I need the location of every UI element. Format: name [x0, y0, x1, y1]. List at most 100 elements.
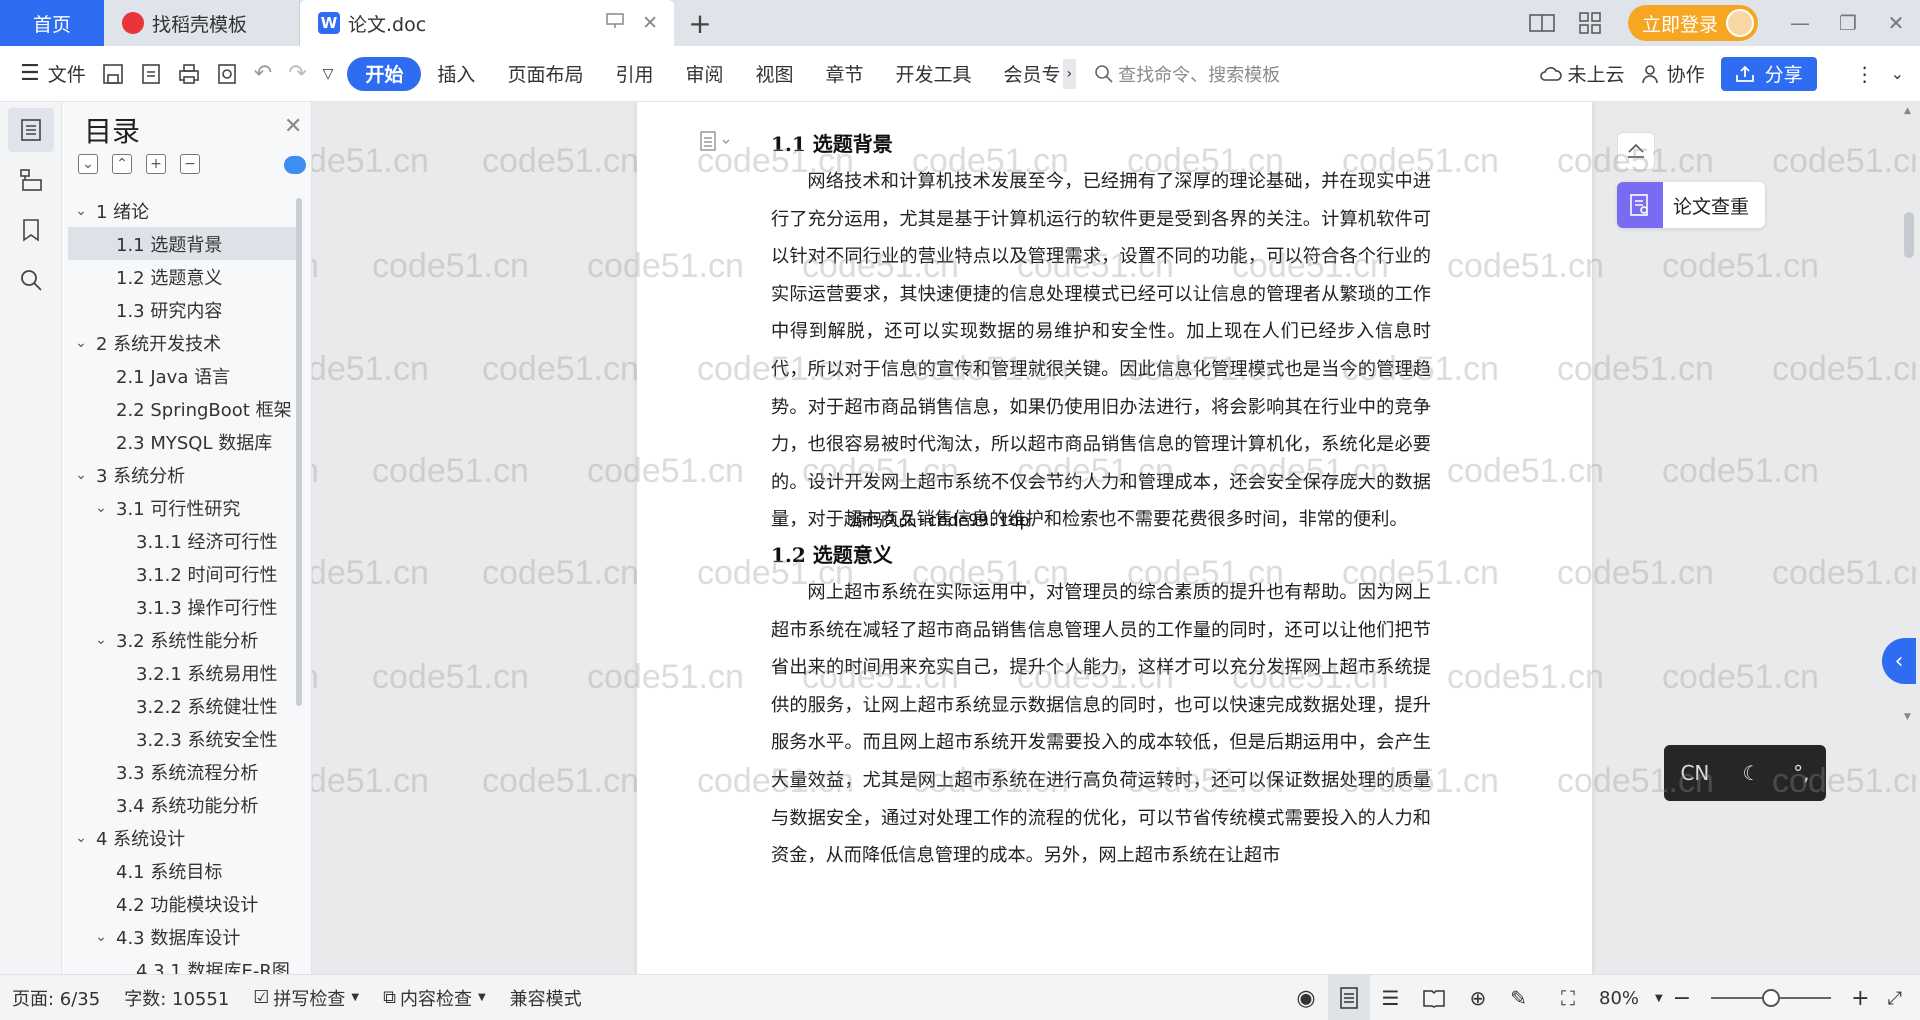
page-layout-icon[interactable] [699, 130, 733, 152]
document-scrollbar[interactable]: ▲ ▼ [1902, 102, 1916, 974]
spell-check-button[interactable]: ☑ 拼写检查 ▼ [241, 975, 371, 1020]
zoom-in-icon[interactable]: + [1845, 975, 1875, 1020]
toc-item[interactable]: 3.1.2 时间可行性 [68, 557, 300, 590]
minimize-icon[interactable]: — [1776, 0, 1824, 46]
toc-item[interactable]: ⌄ 4.3 数据库设计 [68, 920, 300, 953]
tab-document[interactable]: W 论文.doc ✕ [300, 0, 674, 46]
content-check-button[interactable]: ⧉ 内容检查 ▼ [371, 975, 498, 1020]
tab-home-ribbon[interactable]: 开始 [347, 56, 422, 91]
toc-scrollbar[interactable] [296, 198, 302, 706]
toc-item[interactable]: 4.2 功能模块设计 [68, 887, 300, 920]
command-search[interactable]: 查找命令、搜索模板 [1094, 61, 1394, 87]
tab-member[interactable]: 会员专 [988, 57, 1063, 91]
quick-access-dropdown-icon[interactable]: ▽ [315, 54, 342, 94]
toc-expand-chevron-icon[interactable]: ⌄ [92, 632, 110, 648]
toc-expand-chevron-icon[interactable]: ⌄ [72, 203, 90, 219]
collapse-ribbon-icon[interactable]: ⌄ [1883, 54, 1920, 94]
pen-icon[interactable]: ✎ [1498, 975, 1539, 1020]
collapse-all-icon[interactable]: ⌃ [112, 154, 132, 174]
tab-developer[interactable]: 开发工具 [880, 57, 988, 91]
print-icon[interactable] [170, 54, 208, 94]
undo-icon[interactable]: ↶ [246, 54, 280, 94]
tab-review[interactable]: 审阅 [669, 57, 739, 91]
bookmark-icon[interactable] [8, 208, 54, 252]
word-count[interactable]: 字数: 10551 [112, 975, 241, 1020]
tab-docer-templates[interactable]: 找稻壳模板 [104, 0, 300, 46]
zoom-slider-knob[interactable] [1762, 989, 1781, 1007]
tab-chapter[interactable]: 章节 [810, 57, 880, 91]
export-pdf-icon[interactable] [132, 54, 170, 94]
toc-item[interactable]: ⌄ 3.1 可行性研究 [68, 491, 300, 524]
fullscreen-icon[interactable]: ⤢ [1876, 975, 1920, 1020]
toc-item[interactable]: ⌄ 4 系统设计 [68, 821, 300, 854]
remove-heading-icon[interactable]: − [180, 154, 200, 174]
toc-item[interactable]: 4.3.1 数据库E-R图 [68, 953, 300, 975]
apps-grid-icon[interactable] [1566, 0, 1614, 46]
fit-page-icon[interactable]: ⛶ [1549, 975, 1587, 1020]
navigation-tree-icon[interactable] [8, 158, 54, 202]
collaborate-button[interactable]: 协作 [1633, 54, 1713, 94]
toc-item[interactable]: 3.2.3 系统安全性 [68, 722, 300, 755]
toc-item[interactable]: 2.3 MYSQL 数据库 [68, 425, 300, 458]
toc-close-icon[interactable]: ✕ [284, 114, 302, 139]
toc-item[interactable]: 3.2.1 系统易用性 [68, 656, 300, 689]
moon-icon[interactable]: ☾ [1742, 761, 1760, 785]
redo-icon[interactable]: ↷ [280, 54, 314, 94]
toc-item[interactable]: 3.4 系统功能分析 [68, 788, 300, 821]
ime-toolbar[interactable]: CN ☾ °, [1664, 745, 1826, 801]
reading-view-icon[interactable] [1411, 975, 1457, 1020]
tab-insert[interactable]: 插入 [421, 57, 491, 91]
toc-panel-icon[interactable] [8, 108, 54, 152]
new-tab-button[interactable]: + [674, 0, 726, 46]
toc-item[interactable]: 2.2 SpringBoot 框架 [68, 392, 300, 425]
toc-item[interactable]: 1.3 研究内容 [68, 293, 300, 326]
toc-item[interactable]: ⌄ 1 绪论 [68, 194, 300, 227]
restore-icon[interactable]: ❐ [1824, 0, 1872, 46]
share-button[interactable]: 分享 [1720, 56, 1817, 91]
page-view-icon[interactable] [1327, 975, 1370, 1020]
toc-item[interactable]: 3.3 系统流程分析 [68, 755, 300, 788]
toc-expand-chevron-icon[interactable]: ⌄ [72, 467, 90, 483]
toc-item[interactable]: 1.2 选题意义 [68, 260, 300, 293]
tab-home[interactable]: 首页 [0, 0, 104, 46]
toc-item[interactable]: ⌄ 3 系统分析 [68, 458, 300, 491]
toc-expand-chevron-icon[interactable]: ⌄ [72, 830, 90, 846]
layout-icon[interactable] [1518, 0, 1566, 46]
find-icon[interactable] [8, 258, 54, 302]
login-button[interactable]: 立即登录 [1627, 5, 1758, 41]
save-icon[interactable] [94, 54, 132, 94]
toc-item[interactable]: ⌄ 3.2 系统性能分析 [68, 623, 300, 656]
cloud-status-button[interactable]: 未上云 [1532, 54, 1633, 94]
toc-item[interactable]: 3.1.1 经济可行性 [68, 524, 300, 557]
document-page[interactable]: 1.1 选题背景 网络技术和计算机技术发展至今，已经拥有了深厚的理论基础，并在现… [637, 102, 1592, 974]
zoom-level[interactable]: 80% [1587, 975, 1651, 1020]
tab-references[interactable]: 引用 [599, 57, 669, 91]
ai-assistant-icon[interactable] [284, 156, 306, 174]
eye-protection-icon[interactable]: ◉ [1284, 975, 1327, 1020]
file-menu-button[interactable]: ☰ 文件 [0, 54, 94, 94]
zoom-slider[interactable] [1711, 989, 1832, 1007]
web-view-icon[interactable]: ⊕ [1457, 975, 1498, 1020]
toc-item[interactable]: 3.1.3 操作可行性 [68, 590, 300, 623]
toc-item[interactable]: ⌄ 2 系统开发技术 [68, 326, 300, 359]
print-preview-icon[interactable] [208, 54, 246, 94]
tab-view[interactable]: 视图 [739, 57, 809, 91]
toc-item[interactable]: 3.2.2 系统健壮性 [68, 689, 300, 722]
collapse-panel-icon[interactable] [1617, 132, 1655, 170]
toc-item[interactable]: 2.1 Java 语言 [68, 359, 300, 392]
zoom-dropdown-icon[interactable]: ▼ [1651, 975, 1667, 1020]
more-tabs-icon[interactable]: › [1062, 58, 1077, 89]
paper-check-button[interactable]: 论文查重 [1617, 182, 1765, 228]
monitor-icon[interactable] [606, 13, 624, 29]
toc-item[interactable]: 1.1 选题背景 [68, 227, 300, 260]
punctuation-icon[interactable]: °, [1793, 761, 1809, 785]
outline-view-icon[interactable]: ☰ [1370, 975, 1412, 1020]
toc-expand-chevron-icon[interactable]: ⌄ [92, 929, 110, 945]
toc-expand-chevron-icon[interactable]: ⌄ [92, 500, 110, 516]
expand-all-icon[interactable]: ⌄ [78, 154, 98, 174]
zoom-out-icon[interactable]: − [1667, 975, 1697, 1020]
tab-page-layout[interactable]: 页面布局 [491, 57, 599, 91]
add-heading-icon[interactable]: + [146, 154, 166, 174]
close-window-icon[interactable]: ✕ [1872, 0, 1920, 46]
toc-expand-chevron-icon[interactable]: ⌄ [72, 335, 90, 351]
